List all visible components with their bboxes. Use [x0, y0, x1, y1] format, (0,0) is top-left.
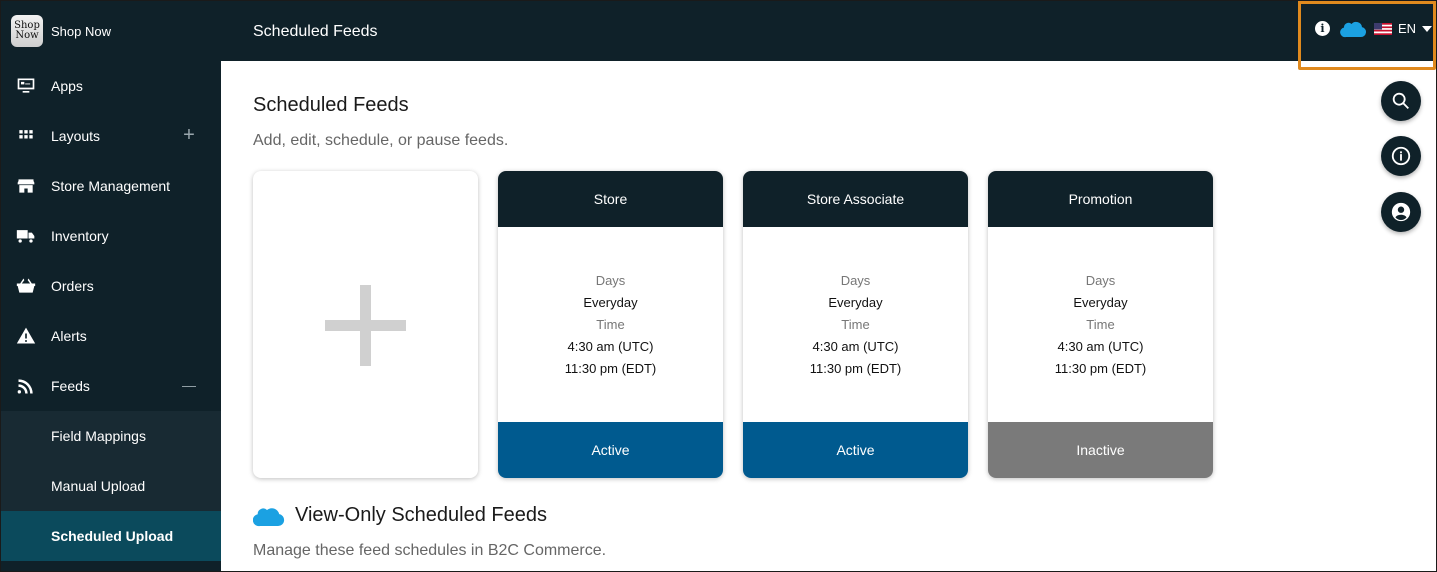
feed-card-body: Days Everyday Time 4:30 am (UTC) 11:30 p… — [988, 227, 1213, 422]
salesforce-cloud-icon — [1340, 21, 1366, 37]
user-circle-icon — [1391, 202, 1411, 222]
sidebar-item-layouts[interactable]: Layouts + — [1, 111, 221, 161]
shop-now-logo: Shop Now — [11, 15, 43, 47]
language-selector[interactable]: EN — [1398, 21, 1416, 36]
time-label: Time — [1086, 317, 1115, 332]
sidebar-item-inventory[interactable]: Inventory — [1, 211, 221, 261]
time-local: 11:30 pm (EDT) — [1054, 361, 1147, 376]
feed-card-store[interactable]: Store Days Everyday Time 4:30 am (UTC) 1… — [498, 171, 723, 478]
feed-status-toggle[interactable]: Active — [498, 422, 723, 478]
feed-card-store-associate[interactable]: Store Associate Days Everyday Time 4:30 … — [743, 171, 968, 478]
time-local: 11:30 pm (EDT) — [564, 361, 657, 376]
basket-icon — [16, 276, 36, 296]
sidebar-item-store-management[interactable]: Store Management — [1, 161, 221, 211]
time-utc: 4:30 am (UTC) — [567, 339, 654, 354]
info-button[interactable] — [1381, 136, 1421, 176]
time-label: Time — [841, 317, 870, 332]
page-title: Scheduled Feeds — [253, 94, 409, 116]
time-local: 11:30 pm (EDT) — [809, 361, 902, 376]
days-value: Everyday — [828, 295, 883, 310]
grid-icon — [16, 126, 36, 146]
warning-icon — [16, 326, 36, 346]
feed-card-body: Days Everyday Time 4:30 am (UTC) 11:30 p… — [743, 227, 968, 422]
chevron-down-icon[interactable] — [1422, 25, 1433, 32]
collapse-minus-icon[interactable]: — — [181, 376, 197, 396]
topbar-title: Scheduled Feeds — [253, 23, 378, 40]
feed-card-body: Days Everyday Time 4:30 am (UTC) 11:30 p… — [498, 227, 723, 422]
view-only-subtitle: Manage these feed schedules in B2C Comme… — [253, 542, 607, 559]
sidebar-item-label: Alerts — [51, 328, 87, 344]
truck-icon — [16, 226, 36, 246]
feed-card-title: Store Associate — [743, 171, 968, 227]
info-icon[interactable]: i — [1315, 21, 1330, 36]
store-icon — [16, 176, 36, 196]
view-only-section-title: View-Only Scheduled Feeds — [253, 504, 547, 527]
view-only-title-text: View-Only Scheduled Feeds — [295, 504, 547, 526]
time-utc: 4:30 am (UTC) — [1057, 339, 1144, 354]
feeds-subnav: Field Mappings Manual Upload Scheduled U… — [1, 411, 221, 561]
sidebar-item-label: Layouts — [51, 128, 101, 144]
search-button[interactable] — [1381, 81, 1421, 121]
info-circle-icon — [1391, 146, 1411, 166]
sidebar-item-feeds[interactable]: Feeds — — [1, 361, 221, 411]
feed-card-title: Promotion — [988, 171, 1213, 227]
sidebar-subitem-field-mappings[interactable]: Field Mappings — [1, 411, 221, 461]
days-label: Days — [840, 273, 871, 288]
page-subtitle: Add, edit, schedule, or pause feeds. — [253, 132, 509, 149]
time-utc: 4:30 am (UTC) — [812, 339, 899, 354]
days-value: Everyday — [583, 295, 638, 310]
feed-status-toggle[interactable]: Inactive — [988, 422, 1213, 478]
rss-icon — [16, 376, 36, 396]
sidebar-item-orders[interactable]: Orders — [1, 261, 221, 311]
sidebar-item-label: Store Management — [51, 178, 171, 194]
sidebar-item-alerts[interactable]: Alerts — [1, 311, 221, 361]
days-label: Days — [1085, 273, 1116, 288]
feed-card-promotion[interactable]: Promotion Days Everyday Time 4:30 am (UT… — [988, 171, 1213, 478]
salesforce-cloud-icon — [253, 507, 285, 526]
topbar-tools-highlight: i EN — [1298, 1, 1436, 70]
sidebar-item-label: Inventory — [51, 228, 109, 244]
top-bar: Scheduled Feeds i EN — [221, 1, 1436, 70]
days-value: Everyday — [1073, 295, 1128, 310]
time-label: Time — [596, 317, 625, 332]
search-icon — [1392, 92, 1409, 109]
sidebar-item-apps[interactable]: Apps — [1, 61, 221, 111]
sidebar: Shop Now Shop Now Apps Layouts + Store M… — [1, 1, 221, 571]
apps-monitor-icon — [16, 76, 36, 96]
plus-icon — [325, 285, 406, 366]
account-button[interactable] — [1381, 192, 1421, 232]
feed-card-title: Store — [498, 171, 723, 227]
feed-status-toggle[interactable]: Active — [743, 422, 968, 478]
add-feed-card[interactable] — [253, 171, 478, 478]
us-flag-icon — [1374, 22, 1392, 35]
sidebar-subitem-manual-upload[interactable]: Manual Upload — [1, 461, 221, 511]
sidebar-item-label: Feeds — [51, 378, 90, 394]
brand[interactable]: Shop Now Shop Now — [1, 1, 221, 61]
app-window: Shop Now Shop Now Apps Layouts + Store M… — [0, 0, 1437, 572]
sidebar-subitem-scheduled-upload[interactable]: Scheduled Upload — [1, 511, 221, 561]
sidebar-item-label: Apps — [51, 78, 83, 94]
sidebar-item-label: Orders — [51, 278, 94, 294]
days-label: Days — [595, 273, 626, 288]
expand-plus-icon[interactable]: + — [181, 125, 197, 146]
logo-text-bottom: Now — [15, 30, 39, 41]
app-name: Shop Now — [51, 23, 111, 39]
